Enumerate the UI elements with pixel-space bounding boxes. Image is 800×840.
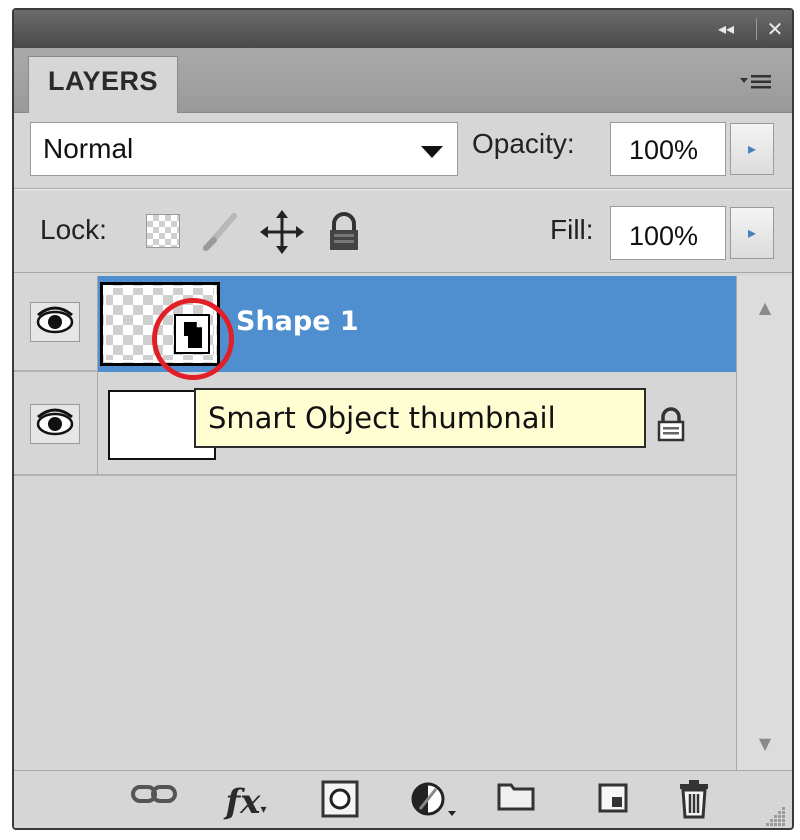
fill-input[interactable]: 100% [610,206,726,260]
fx-dropdown-marker: ▾ [260,802,267,816]
section-divider-light [14,189,792,190]
layers-scrollbar[interactable]: ▲ ▼ [736,276,792,770]
lock-all-icon[interactable] [324,210,364,254]
titlebar-separator [756,18,757,40]
lock-position-icon[interactable] [260,210,304,254]
tab-layers[interactable]: LAYERS [28,56,178,113]
fx-label: fx [225,782,261,822]
layer-lock-icon [654,406,688,442]
fill-slider-button[interactable]: ▸ [730,207,774,259]
opacity-slider-button[interactable]: ▸ [730,123,774,175]
tooltip: Smart Object thumbnail [194,388,646,448]
link-layers-icon[interactable] [128,779,180,825]
eye-icon[interactable] [30,404,80,444]
tab-row: LAYERS [14,48,792,113]
chevron-down-icon [421,145,443,163]
panel-menu-icon[interactable] [738,70,774,94]
fill-label: Fill: [550,214,594,245]
new-group-icon[interactable] [490,779,542,825]
lock-transparent-pixels-icon[interactable] [146,214,180,248]
visibility-cell [14,276,98,370]
bottom-toolbar: fx▾ [14,770,792,828]
lock-image-pixels-icon[interactable] [198,210,242,254]
scroll-up-icon[interactable]: ▲ [737,298,792,317]
fill-value: 100% [629,221,699,251]
opacity-input[interactable]: 100% [610,122,726,176]
layer-name[interactable]: Shape 1 [236,306,359,337]
lock-label: Lock: [40,214,107,245]
opacity-value: 100% [629,135,699,165]
collapse-icon[interactable]: ◂◂ [706,16,746,42]
eye-icon[interactable] [30,302,80,342]
highlight-circle [152,298,234,380]
blend-mode-value: Normal [43,133,134,164]
panel-titlebar: ◂◂ ✕ [14,10,792,48]
opacity-label: Opacity: [472,128,575,159]
layer-mask-icon[interactable] [314,779,366,825]
layers-list: Shape 1 [14,276,736,770]
fx-icon[interactable]: fx▾ [220,779,272,825]
new-layer-icon[interactable] [588,779,640,825]
visibility-cell [14,372,98,474]
resize-grip-icon[interactable] [762,803,786,827]
scroll-down-icon[interactable]: ▼ [737,734,792,753]
layer-row-shape-1[interactable]: Shape 1 [14,276,736,372]
panel-menu-icon-svg [740,75,771,89]
layers-panel: ◂◂ ✕ LAYERS Normal Opacity: 100% ▸ Lock: [12,8,794,830]
blend-mode-select[interactable]: Normal [30,122,458,176]
close-icon[interactable]: ✕ [760,16,790,42]
adjustment-layer-icon[interactable] [408,779,460,825]
section-divider [14,272,792,273]
delete-layer-icon[interactable] [668,779,720,825]
